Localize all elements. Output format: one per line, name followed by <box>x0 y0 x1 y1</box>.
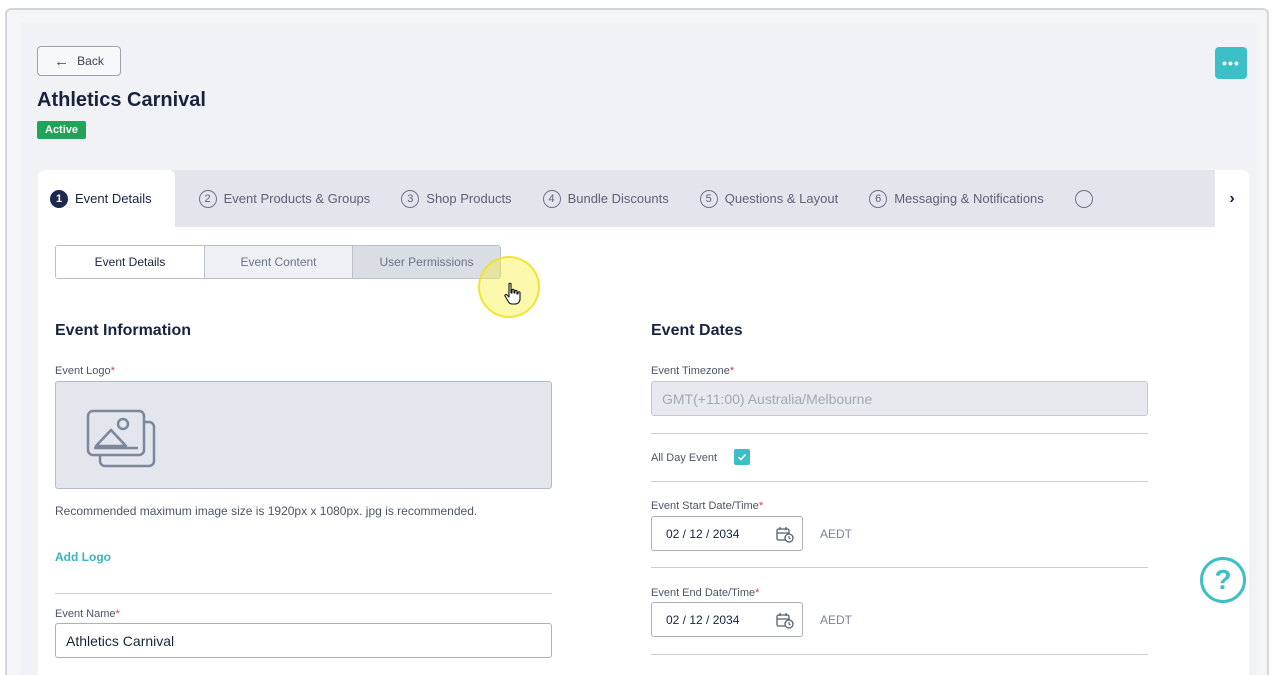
divider <box>55 593 552 594</box>
chevron-right-icon[interactable]: › <box>1215 170 1249 227</box>
event-card: 1 Event Details 2 Event Products & Group… <box>38 170 1249 675</box>
arrow-left-icon: ← <box>54 52 70 70</box>
step-number-2: 2 <box>198 189 217 208</box>
sub-tabs: Event Details Event Content User Permiss… <box>55 245 501 279</box>
event-start-label: Event Start Date/Time* <box>651 500 764 512</box>
tab-label: Questions & Layout <box>724 191 839 206</box>
all-day-event-label: All Day Event <box>651 452 718 464</box>
step-tabs: 1 Event Details 2 Event Products & Group… <box>38 170 1249 227</box>
step-number-partial <box>1074 189 1093 208</box>
tab-next-partial[interactable] <box>1061 170 1093 227</box>
subtab-user-permissions[interactable]: User Permissions <box>352 246 500 278</box>
event-name-label: Event Name* <box>55 608 120 620</box>
step-number-5: 5 <box>699 189 718 208</box>
event-end-label: Event End Date/Time* <box>651 587 760 599</box>
divider <box>651 433 1148 434</box>
back-label: Back <box>77 54 104 68</box>
more-options-button[interactable]: ••• <box>1215 47 1247 79</box>
check-icon <box>737 453 747 461</box>
calendar-clock-icon[interactable] <box>776 612 794 629</box>
image-placeholder-icon <box>86 409 156 468</box>
browser-frame: ← Back ••• Athletics Carnival Active 1 E… <box>5 8 1269 675</box>
event-information-heading: Event Information <box>55 322 192 339</box>
event-logo-label: Event Logo* <box>55 365 115 377</box>
event-end-timezone: AEDT <box>820 613 853 627</box>
divider <box>651 481 1148 482</box>
add-logo-link[interactable]: Add Logo <box>55 550 111 564</box>
step-number-4: 4 <box>542 189 561 208</box>
logo-size-hint: Recommended maximum image size is 1920px… <box>55 504 478 518</box>
event-dates-heading: Event Dates <box>651 322 743 339</box>
event-start-date-input[interactable]: 02 / 12 / 2034 <box>651 516 803 551</box>
subtab-event-details[interactable]: Event Details <box>56 246 204 278</box>
divider <box>651 654 1148 655</box>
subtab-event-content[interactable]: Event Content <box>204 246 352 278</box>
calendar-clock-icon[interactable] <box>776 526 794 543</box>
tab-event-products-groups[interactable]: 2 Event Products & Groups <box>185 170 388 227</box>
help-button[interactable]: ? <box>1200 557 1246 603</box>
event-timezone-select[interactable]: GMT(+11:00) Australia/Melbourne <box>651 381 1148 416</box>
step-number-3: 3 <box>401 189 420 208</box>
tab-bundle-discounts[interactable]: 4 Bundle Discounts <box>529 170 686 227</box>
tab-label: Bundle Discounts <box>567 191 669 206</box>
hand-pointer-icon <box>504 282 521 305</box>
tab-shop-products[interactable]: 3 Shop Products <box>387 170 528 227</box>
tab-event-details[interactable]: 1 Event Details <box>38 170 175 227</box>
event-start-date-value: 02 / 12 / 2034 <box>666 526 740 541</box>
tab-questions-layout[interactable]: 5 Questions & Layout <box>686 170 855 227</box>
event-name-input[interactable]: Athletics Carnival <box>55 623 552 658</box>
tab-messaging-notifications[interactable]: 6 Messaging & Notifications <box>855 170 1061 227</box>
step-number-6: 6 <box>869 189 888 208</box>
status-badge: Active <box>37 121 87 139</box>
step-number-1: 1 <box>50 189 68 208</box>
event-page: ← Back ••• Athletics Carnival Active 1 E… <box>21 22 1257 675</box>
logo-upload-area[interactable] <box>55 381 552 489</box>
tab-label: Event Details <box>75 191 152 206</box>
event-start-timezone: AEDT <box>820 527 853 541</box>
back-button[interactable]: ← Back <box>37 46 121 76</box>
divider <box>651 567 1148 568</box>
event-timezone-label: Event Timezone* <box>651 365 735 377</box>
all-day-event-checkbox[interactable] <box>734 449 750 465</box>
tab-label: Shop Products <box>426 191 512 206</box>
tab-label: Messaging & Notifications <box>894 191 1044 206</box>
event-end-date-value: 02 / 12 / 2034 <box>666 612 740 627</box>
page-title: Athletics Carnival <box>37 89 206 111</box>
tab-label: Event Products & Groups <box>223 191 371 206</box>
event-end-date-input[interactable]: 02 / 12 / 2034 <box>651 602 803 637</box>
